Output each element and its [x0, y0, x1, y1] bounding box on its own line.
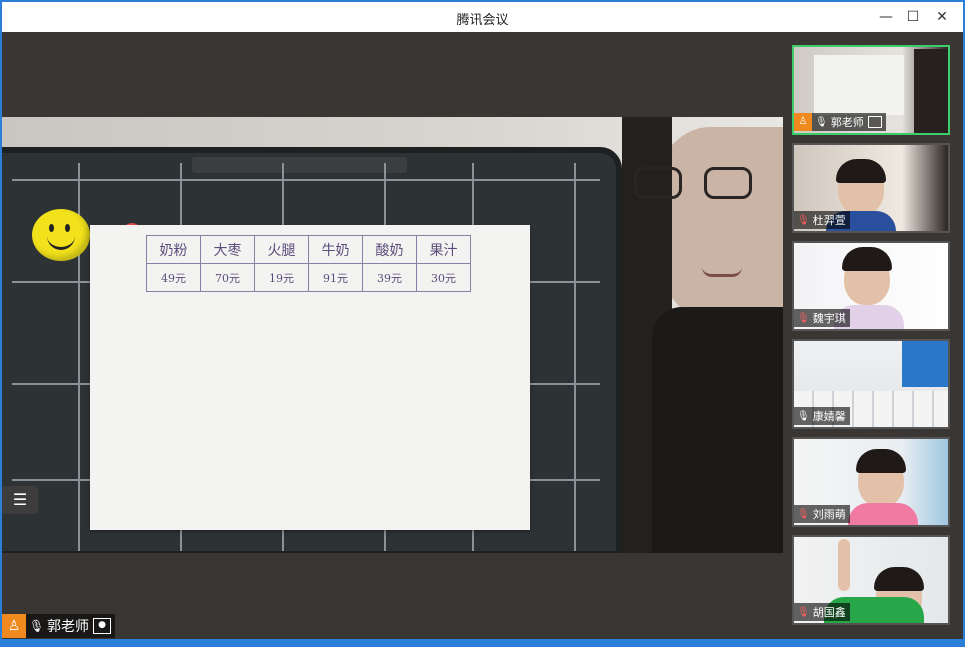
- window-title: 腾讯会议: [456, 13, 509, 28]
- video-scene: 奶粉 大枣 火腿 牛奶 酸奶 果汁 49元 70元 19元 91元 39元 30…: [2, 117, 783, 553]
- chalkboard: 奶粉 大枣 火腿 牛奶 酸奶 果汁 49元 70元 19元 91元 39元 30…: [2, 147, 622, 553]
- participant-tile[interactable]: 🎙 胡国鑫: [792, 535, 950, 625]
- minimize-icon[interactable]: —: [876, 7, 896, 27]
- participant-name: 郭老师: [830, 116, 864, 129]
- screen-frame-icon[interactable]: ●: [93, 618, 111, 634]
- main-speaker-label: ♙ 🎙 郭老师 ●: [2, 614, 115, 638]
- price-table: 奶粉 大枣 火腿 牛奶 酸奶 果汁 49元 70元 19元 91元 39元 30…: [146, 235, 471, 292]
- host-avatar-icon: ♙: [794, 113, 812, 131]
- host-avatar-icon: ♙: [2, 614, 26, 638]
- list-menu-icon[interactable]: ☰: [2, 486, 38, 514]
- price-value: 49元: [146, 263, 201, 292]
- participant-name: 康婧馨: [812, 410, 846, 423]
- price-header: 果汁: [416, 235, 471, 264]
- main-video[interactable]: 奶粉 大枣 火腿 牛奶 酸奶 果汁 49元 70元 19元 91元 39元 30…: [2, 32, 783, 639]
- price-header: 火腿: [254, 235, 309, 264]
- muted-microphone-icon: 🎙: [797, 214, 810, 226]
- price-header: 牛奶: [308, 235, 363, 264]
- price-value: 39元: [362, 263, 417, 292]
- participant-tile[interactable]: 🎙 杜羿萱: [792, 143, 950, 233]
- microphone-icon: 🎙: [797, 410, 810, 422]
- microphone-icon[interactable]: 🎙: [29, 619, 44, 633]
- muted-microphone-icon: 🎙: [797, 312, 810, 324]
- meeting-content: 奶粉 大枣 火腿 牛奶 酸奶 果汁 49元 70元 19元 91元 39元 30…: [2, 32, 963, 639]
- smiley-magnet-icon: [32, 209, 90, 261]
- price-value: 19元: [254, 263, 309, 292]
- participant-name: 刘雨萌: [812, 508, 846, 521]
- price-value: 91元: [308, 263, 363, 292]
- main-speaker-name: 郭老师: [47, 619, 89, 635]
- participant-tile[interactable]: 🎙 刘雨萌: [792, 437, 950, 527]
- microphone-icon: 🎙: [815, 116, 828, 128]
- price-header: 大枣: [200, 235, 255, 264]
- app-window: 腾讯会议 — ☐ ✕ 奶粉 大枣 火腿 牛奶 酸奶 果汁 49元 70元 19元…: [0, 0, 965, 647]
- muted-microphone-icon: 🎙: [797, 508, 810, 520]
- price-header: 酸奶: [362, 235, 417, 264]
- screen-frame-icon: [867, 116, 882, 128]
- participant-tile[interactable]: ♙ 🎙 郭老师: [792, 45, 950, 135]
- board-clip: [192, 157, 407, 173]
- participant-name: 胡国鑫: [812, 606, 846, 619]
- teacher-figure: [622, 117, 783, 553]
- participant-name: 魏宇琪: [812, 312, 846, 325]
- participant-sidebar: ♙ 🎙 郭老师 🎙 杜羿萱 🎙 魏宇琪 🎙 康婧馨 🎙 刘雨萌 🎙 胡国鑫: [783, 32, 963, 639]
- price-value: 30元: [416, 263, 471, 292]
- participant-tile[interactable]: 🎙 魏宇琪: [792, 241, 950, 331]
- price-header: 奶粉: [146, 235, 201, 264]
- maximize-icon[interactable]: ☐: [903, 7, 923, 27]
- paper-sheet: 奶粉 大枣 火腿 牛奶 酸奶 果汁 49元 70元 19元 91元 39元 30…: [90, 225, 530, 530]
- price-value: 70元: [200, 263, 255, 292]
- close-icon[interactable]: ✕: [932, 7, 952, 27]
- participant-name: 杜羿萱: [812, 214, 846, 227]
- participant-tile[interactable]: 🎙 康婧馨: [792, 339, 950, 429]
- title-bar: 腾讯会议 — ☐ ✕: [2, 2, 963, 32]
- muted-microphone-icon: 🎙: [797, 606, 810, 618]
